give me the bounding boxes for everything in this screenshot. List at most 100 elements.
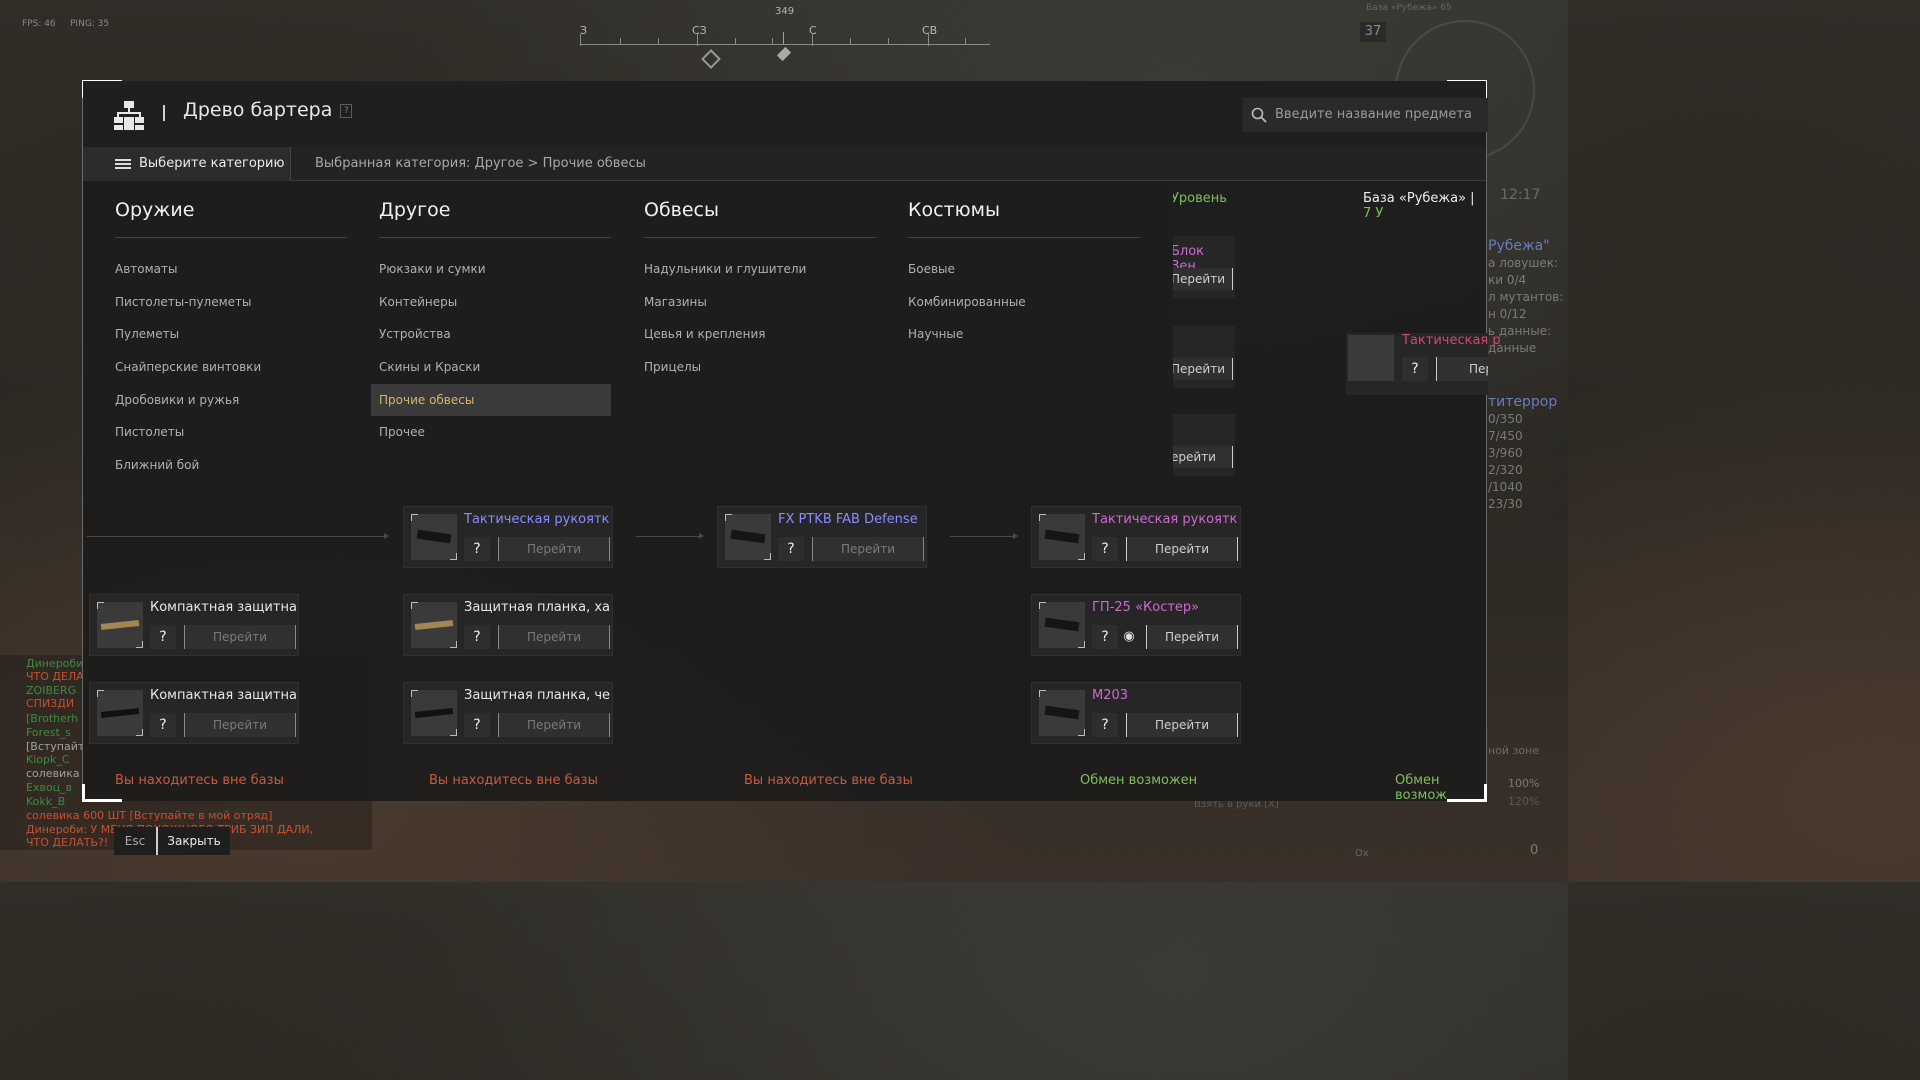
unknown-recipe-button[interactable]: ? xyxy=(1092,625,1118,649)
unknown-recipe-button[interactable]: ? xyxy=(464,625,490,649)
subcategory-item[interactable]: Надульники и глушители xyxy=(644,253,876,286)
unknown-recipe-button[interactable]: ? xyxy=(464,713,490,737)
subcategory-item[interactable]: Комбинированные xyxy=(908,286,1140,319)
item-thumbnail xyxy=(97,602,143,648)
help-button[interactable]: ? xyxy=(340,103,353,118)
go-button[interactable]: Перейти xyxy=(184,625,296,649)
title-separator xyxy=(163,105,165,121)
subcategory-item[interactable]: Научные xyxy=(908,318,1140,351)
search-box[interactable]: Введите название предмета xyxy=(1243,98,1488,132)
breadcrumb: Выбранная категория: Другое > Прочие обв… xyxy=(315,156,646,171)
unknown-recipe-button[interactable]: ? xyxy=(150,625,176,649)
barter-item-card: Защитная планка, хаки? Перейти xyxy=(403,594,613,656)
subcategory-item[interactable]: Пистолеты-пулеметы xyxy=(115,286,347,319)
subcategory-item[interactable]: Пистолеты xyxy=(115,416,347,449)
item-name: Компактная защитная.. xyxy=(150,688,296,703)
chat-message: Kiopk_C xyxy=(26,753,70,766)
eye-icon[interactable]: ◉ xyxy=(1118,625,1140,649)
subcategory-item[interactable]: Прочее xyxy=(379,416,611,449)
barter-item-card: Защитная планка, чер..? Перейти xyxy=(403,682,613,744)
barter-item-card: ГП-25 «Костер»? ◉ Перейти xyxy=(1031,594,1241,656)
subcategory-item[interactable]: Устройства xyxy=(379,318,611,351)
menu-icon xyxy=(115,159,131,169)
category-column: Костюмы Боевые Комбинированные Научные xyxy=(908,181,1140,351)
go-button[interactable]: Перейти xyxy=(498,537,610,561)
quest-tracker: Рубежа" а ловушек: ки 0/4 л мутантов: н … xyxy=(1488,238,1564,511)
item-name: Компактная защитная.. xyxy=(150,600,296,615)
go-button[interactable]: Перейти xyxy=(1126,713,1238,737)
subcategory-item[interactable]: Цевья и крепления xyxy=(644,318,876,351)
item-thumbnail xyxy=(1039,690,1085,736)
subcategory-item[interactable]: Боевые xyxy=(908,253,1140,286)
item-thumbnail xyxy=(725,514,771,560)
subcategory-item[interactable]: Рюкзаки и сумки xyxy=(379,253,611,286)
category-title[interactable]: Другое xyxy=(379,181,611,238)
right-card: Тактическая р ? Перейти xyxy=(1346,333,1501,395)
chat-message: СПИЗДИ xyxy=(26,697,75,710)
chat-message: ZOIBERG xyxy=(26,684,77,697)
compass-west: З xyxy=(580,24,588,37)
ping-counter: PING: 35 xyxy=(70,19,110,29)
go-button[interactable]: Перейти xyxy=(184,713,296,737)
unknown-recipe-button[interactable]: ? xyxy=(1092,537,1118,561)
go-button[interactable]: Перейти xyxy=(812,537,924,561)
unknown-recipe-button[interactable]: ? xyxy=(150,713,176,737)
subcategory-item[interactable]: Прицелы xyxy=(644,351,876,384)
item-thumbnail xyxy=(411,514,457,560)
barter-tree-icon xyxy=(114,101,144,130)
subcategory-item[interactable]: Скины и Краски xyxy=(379,351,611,384)
status-exchange-possible: Обмен возможен xyxy=(1080,773,1198,788)
exchange-status: Обмен возмож xyxy=(1395,773,1447,803)
status-outside-base: Вы находитесь вне базы xyxy=(744,773,913,788)
item-thumbnail xyxy=(1039,514,1085,560)
go-button[interactable]: Перейти xyxy=(1436,357,1488,381)
barter-item-card: M203? Перейти xyxy=(1031,682,1241,744)
marker-icon xyxy=(776,46,792,62)
unknown-recipe-button[interactable]: ? xyxy=(1092,713,1118,737)
close-bar: Esc Закрыть xyxy=(114,827,230,855)
subcategory-item[interactable]: Ближний бой xyxy=(115,449,347,482)
window-header: Древо бартера? Введите название предмета xyxy=(83,81,1488,147)
chat-message: [Вступайт xyxy=(26,740,85,753)
go-button[interactable]: Перейти xyxy=(498,713,610,737)
item-image xyxy=(414,708,454,718)
select-category-button[interactable]: Выберите категорию xyxy=(83,147,291,181)
item-image xyxy=(416,529,452,544)
waypoint-icon xyxy=(701,49,721,69)
item-thumbnail xyxy=(1039,602,1085,648)
zone-label: ной зоне xyxy=(1488,744,1540,757)
chat-message: солевика xyxy=(26,767,80,780)
go-button[interactable]: ерейти xyxy=(1171,446,1233,468)
subcategory-item[interactable]: Пулеметы xyxy=(115,318,347,351)
item-image xyxy=(730,529,766,544)
search-input[interactable]: Введите название предмета xyxy=(1275,107,1472,122)
item-name: Тактическая рукоятка .. xyxy=(464,512,610,527)
chat-message: ЧТО ДЕЛАТЬ?! xyxy=(26,836,109,849)
status-outside-base: Вы находитесь вне базы xyxy=(115,773,284,788)
unknown-button[interactable]: ? xyxy=(1402,357,1428,381)
stamina-percent: 120% xyxy=(1508,795,1540,808)
unknown-recipe-button[interactable]: ? xyxy=(778,537,804,561)
subcategory-item[interactable]: Дробовики и ружья xyxy=(115,384,347,417)
item-name: FX PTKB FAB Defense xyxy=(778,512,918,527)
go-button[interactable]: Перейти xyxy=(1146,625,1238,649)
subcategory-item[interactable]: Снайперские винтовки xyxy=(115,351,347,384)
subcategory-item[interactable]: Автоматы xyxy=(115,253,347,286)
subcategory-item[interactable]: Контейнеры xyxy=(379,286,611,319)
category-column: Обвесы Надульники и глушители Магазины Цевь… xyxy=(644,181,876,384)
go-button[interactable]: Перейти xyxy=(1126,537,1238,561)
item-image xyxy=(100,620,140,630)
subcategory-item[interactable]: Прочие обвесы xyxy=(371,383,611,417)
go-button[interactable]: Перейти xyxy=(498,625,610,649)
category-title[interactable]: Оружие xyxy=(115,181,347,238)
category-title[interactable]: Обвесы xyxy=(644,181,876,238)
unknown-recipe-button[interactable]: ? xyxy=(464,537,490,561)
subcategory-item[interactable]: Магазины xyxy=(644,286,876,319)
level-badge: 37 xyxy=(1360,22,1386,42)
go-button[interactable]: Перейти xyxy=(1171,268,1233,290)
go-button[interactable]: Перейти xyxy=(1171,358,1233,380)
category-title[interactable]: Костюмы xyxy=(908,181,1140,238)
close-button[interactable]: Закрыть xyxy=(158,827,230,855)
item-name: Тактическая рукоятка .. xyxy=(1092,512,1238,527)
item-name: Защитная планка, хаки xyxy=(464,600,610,615)
